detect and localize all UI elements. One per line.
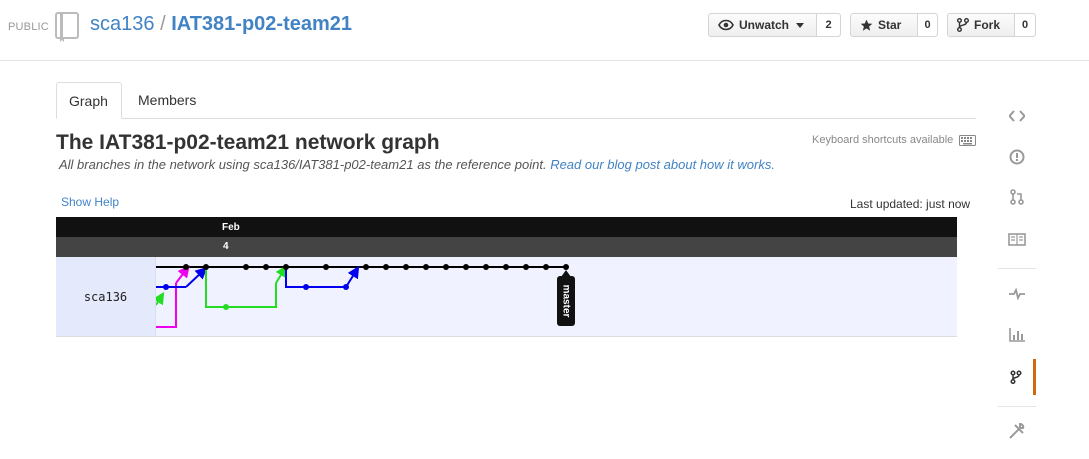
- commit-dot: [243, 264, 249, 270]
- graph-canvas[interactable]: master: [152, 257, 957, 337]
- green-merge-arrow-1: [152, 291, 165, 306]
- tab-graph[interactable]: Graph: [56, 82, 122, 119]
- commit-dot: [543, 264, 549, 270]
- repo-header: PUBLIC sca136 / IAT381-p02-team21 Unwatc…: [0, 0, 1089, 61]
- network-tabs: Graph Members: [56, 82, 976, 119]
- commit-dot: [203, 264, 209, 270]
- keyboard-shortcuts-hint[interactable]: Keyboard shortcuts available: [812, 134, 977, 146]
- graphs-nav-item[interactable]: [998, 317, 1036, 353]
- stars-count[interactable]: 0: [918, 14, 937, 36]
- pull-requests-nav-item[interactable]: [998, 179, 1036, 215]
- day-label: 4: [223, 241, 229, 252]
- green-branch-line: [205, 267, 277, 308]
- pulse-icon: [1009, 288, 1025, 300]
- green-merge-arrow-2: [275, 264, 288, 284]
- commit-dot: [283, 264, 289, 270]
- blog-post-link[interactable]: Read our blog post about how it works.: [550, 157, 775, 172]
- wiki-icon: [1008, 232, 1026, 246]
- commit-dot: [163, 284, 169, 290]
- watchers-count[interactable]: 2: [817, 14, 840, 36]
- page-subtitle: All branches in the network using sca136…: [59, 157, 775, 172]
- pulse-nav-item[interactable]: [998, 276, 1036, 312]
- fork-icon: [957, 18, 969, 32]
- title-separator: /: [160, 13, 166, 35]
- repo-title: sca136 / IAT381-p02-team21: [90, 13, 352, 36]
- magenta-merge-arrow: [175, 265, 190, 284]
- network-graph[interactable]: Feb 4 sca136 master: [56, 217, 957, 337]
- blue-branch-line-2: [285, 265, 360, 288]
- commit-dot: [323, 264, 329, 270]
- user-label: sca136: [83, 289, 128, 304]
- star-button[interactable]: Star 0: [850, 13, 938, 37]
- keyboard-icon: [959, 134, 977, 146]
- pull-requests-icon: [1010, 189, 1024, 205]
- commit-dot: [343, 284, 349, 290]
- page-title: The IAT381-p02-team21 network graph: [56, 131, 440, 154]
- blue-merge-arrow: [185, 266, 208, 288]
- star-icon: [860, 19, 873, 31]
- unwatch-button[interactable]: Unwatch 2: [708, 13, 841, 37]
- sidenav-divider: [998, 406, 1036, 407]
- graphs-icon: [1009, 328, 1025, 342]
- last-updated: Last updated: just now: [850, 197, 971, 211]
- commit-dot: [263, 264, 269, 270]
- wiki-nav-item[interactable]: [998, 221, 1036, 257]
- forks-count[interactable]: 0: [1015, 14, 1035, 36]
- commit-dot: [423, 264, 429, 270]
- month-label: Feb: [222, 222, 240, 233]
- commit-dot: [383, 264, 389, 270]
- commit-dot: [503, 264, 509, 270]
- commit-dot: [443, 264, 449, 270]
- settings-icon: [1009, 423, 1025, 439]
- code-icon: [1009, 110, 1025, 122]
- visibility-label: PUBLIC: [8, 21, 49, 33]
- eye-icon: [718, 19, 734, 31]
- code-nav-item[interactable]: [998, 98, 1036, 134]
- show-help-link[interactable]: Show Help: [61, 195, 119, 209]
- commit-dot: [223, 304, 229, 310]
- commit-dot: [183, 264, 189, 270]
- issues-icon: [1009, 149, 1025, 165]
- month-row: Feb: [56, 217, 957, 237]
- chevron-down-icon: [796, 22, 805, 28]
- settings-nav-item[interactable]: [998, 413, 1036, 449]
- keyboard-shortcuts-label: Keyboard shortcuts available: [812, 134, 954, 146]
- fork-label: Fork: [974, 18, 1001, 32]
- repo-icon: [55, 12, 81, 42]
- commit-dot: [363, 264, 369, 270]
- commit-dot: [463, 264, 469, 270]
- branch-label-pointer: [561, 270, 571, 277]
- master-branch-label: master: [560, 285, 571, 318]
- sidenav-divider: [998, 268, 1036, 269]
- user-column: sca136: [56, 257, 156, 337]
- fork-button[interactable]: Fork 0: [947, 13, 1036, 37]
- repo-link[interactable]: IAT381-p02-team21: [171, 13, 352, 35]
- commit-dot: [303, 284, 309, 290]
- commit-dot: [483, 264, 489, 270]
- unwatch-label: Unwatch: [739, 18, 790, 32]
- network-nav-item[interactable]: [998, 359, 1036, 395]
- commit-graph[interactable]: master: [152, 257, 957, 336]
- commit-dot: [403, 264, 409, 270]
- issues-nav-item[interactable]: [998, 139, 1036, 175]
- subtitle-text: All branches in the network using: [59, 157, 254, 172]
- owner-link[interactable]: sca136: [90, 13, 155, 35]
- star-label: Star: [878, 18, 902, 32]
- subtitle-reference: sca136/IAT381-p02-team21: [253, 157, 414, 172]
- tab-members[interactable]: Members: [126, 82, 208, 118]
- commit-dot: [523, 264, 529, 270]
- day-row: 4: [56, 237, 957, 257]
- network-icon: [1009, 370, 1022, 384]
- commit-dot: [563, 264, 569, 270]
- subtitle-text-2: as the reference point.: [413, 157, 551, 172]
